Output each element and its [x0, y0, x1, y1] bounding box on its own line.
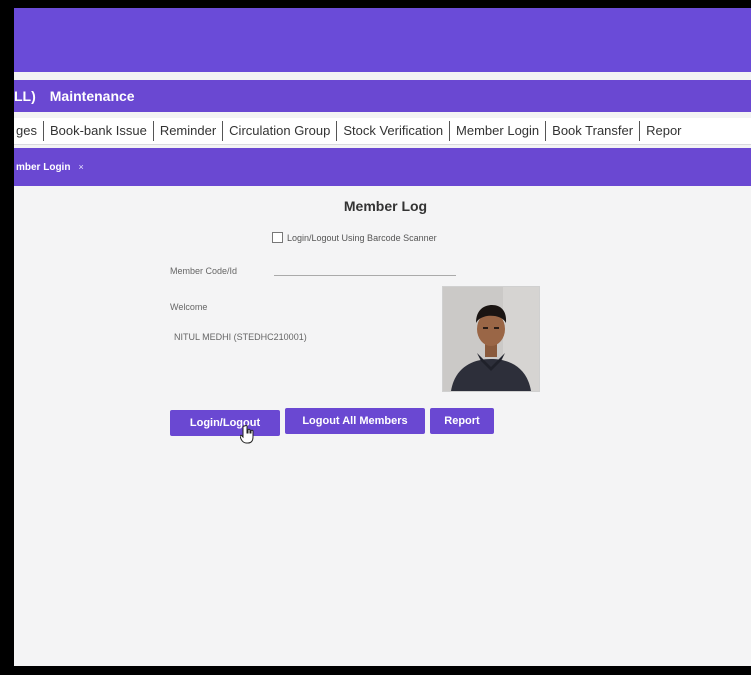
tab-report[interactable]: Repor [640, 121, 687, 141]
hand-cursor-icon [240, 424, 254, 444]
tab-member-login[interactable]: Member Login [450, 121, 547, 141]
tab-circulation-group[interactable]: Circulation Group [223, 121, 338, 141]
member-log-panel: Member Log Login/Logout Using Barcode Sc… [14, 186, 751, 666]
doc-tab-member-login[interactable]: mber Login × [14, 162, 84, 173]
barcode-option: Login/Logout Using Barcode Scanner [272, 232, 437, 243]
top-banner [14, 8, 751, 72]
tab-charges[interactable]: ges [14, 121, 44, 141]
doc-tab-label: mber Login [16, 161, 71, 173]
menu-module[interactable]: LL) [14, 88, 36, 104]
tab-reminder[interactable]: Reminder [154, 121, 224, 141]
report-button[interactable]: Report [430, 408, 494, 434]
member-photo [442, 286, 540, 392]
member-code-input[interactable] [274, 275, 456, 276]
tab-stock-verification[interactable]: Stock Verification [337, 121, 451, 141]
menubar: LL) Maintenance [14, 80, 751, 112]
menu-maintenance[interactable]: Maintenance [50, 88, 135, 104]
page-title: Member Log [343, 198, 428, 214]
barcode-checkbox-label: Login/Logout Using Barcode Scanner [287, 232, 437, 243]
document-tabs: mber Login × [14, 148, 751, 186]
member-name: NITUL MEDHI (STEDHC210001) [174, 332, 307, 342]
barcode-checkbox[interactable] [272, 232, 283, 243]
tab-book-bank-issue[interactable]: Book-bank Issue [44, 121, 154, 141]
member-code-label: Member Code/Id [170, 266, 238, 276]
login-logout-button[interactable]: Login/Logout [170, 410, 280, 436]
close-icon[interactable]: × [78, 162, 83, 172]
screen: LL) Maintenance ges Book-bank Issue Remi… [14, 8, 751, 666]
tab-book-transfer[interactable]: Book Transfer [546, 121, 641, 141]
tab-strip: ges Book-bank Issue Reminder Circulation… [14, 118, 751, 145]
logout-all-members-button[interactable]: Logout All Members [285, 408, 425, 434]
welcome-label: Welcome [170, 302, 208, 312]
member-photo-image [443, 287, 539, 391]
